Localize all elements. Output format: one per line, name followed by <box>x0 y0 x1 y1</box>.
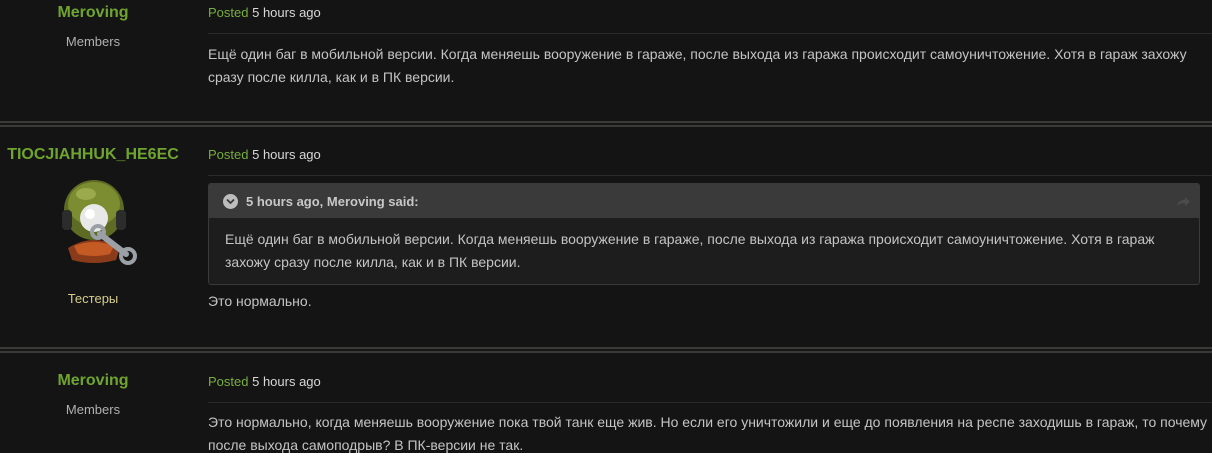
posted-label: Posted <box>208 5 249 20</box>
quote-header: 5 hours ago, Meroving said: <box>209 184 1199 218</box>
post-1: Meroving Members Posted 5 hours ago Ещё … <box>0 0 1212 122</box>
quote-body: Ещё один баг в мобильной версии. Когда м… <box>225 231 1155 270</box>
post-content: Posted 5 hours ago Это нормально, когда … <box>208 374 1212 453</box>
author-name-link[interactable]: TIOCJIAHHUK_HE6EC <box>0 146 186 164</box>
post-meta: Posted 5 hours ago <box>208 374 1212 394</box>
post-meta: Posted 5 hours ago <box>208 5 1212 25</box>
post-time-link[interactable]: 5 hours ago <box>252 5 321 20</box>
author-group: Тестеры <box>67 291 119 306</box>
quote-block: 5 hours ago, Meroving said: Ещё один баг… <box>208 183 1200 285</box>
author-name-link[interactable]: Meroving <box>0 4 186 22</box>
post-content: Posted 5 hours ago <box>208 147 1212 176</box>
quote-citation: 5 hours ago, Meroving said: <box>246 193 419 209</box>
post-body: Это нормально. <box>208 293 312 309</box>
post-content: Posted 5 hours ago Ещё один баг в мобиль… <box>208 5 1212 89</box>
author-group: Members <box>65 34 121 49</box>
post-time-link[interactable]: 5 hours ago <box>252 374 321 389</box>
author-group: Members <box>65 402 121 417</box>
meta-divider <box>208 33 1212 34</box>
chevron-down-icon[interactable] <box>223 193 238 209</box>
posted-label: Posted <box>208 374 249 389</box>
post-body: Ещё один баг в мобильной версии. Когда м… <box>208 46 1187 85</box>
post-meta: Posted 5 hours ago <box>208 147 1212 167</box>
avatar[interactable] <box>54 176 140 266</box>
post-body: Это нормально, когда меняешь вооружение … <box>208 414 1208 453</box>
post-time-link[interactable]: 5 hours ago <box>252 147 321 162</box>
post-author-block: Meroving Members <box>0 372 186 417</box>
post-author-block: Meroving Members <box>0 4 186 49</box>
share-arrow-icon[interactable] <box>1175 194 1191 208</box>
meta-divider <box>208 175 1212 176</box>
author-name-link[interactable]: Meroving <box>0 372 186 390</box>
post-3: Meroving Members Posted 5 hours ago Это … <box>0 353 1212 453</box>
posted-label: Posted <box>208 147 249 162</box>
meta-divider <box>208 402 1212 403</box>
post-author-block: TIOCJIAHHUK_HE6EC <box>0 146 186 164</box>
